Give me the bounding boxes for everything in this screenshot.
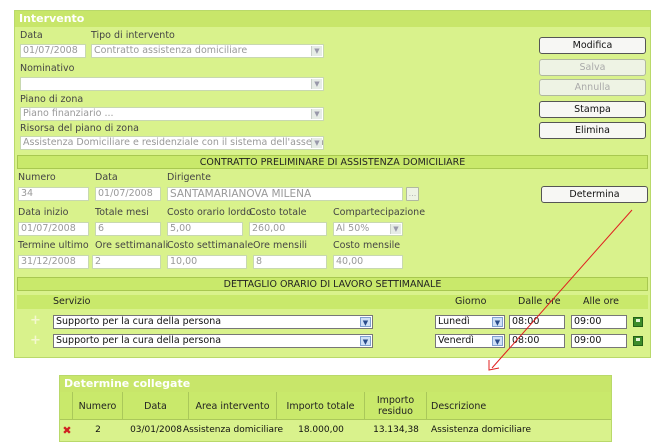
importo-residuo-header: Importo residuo bbox=[365, 392, 427, 420]
row-data: 03/01/2008 bbox=[130, 425, 182, 435]
delete-icon[interactable]: ✖ bbox=[61, 420, 73, 440]
row-numero: 2 bbox=[95, 425, 101, 435]
row-area: Assistenza domiciliare bbox=[182, 425, 284, 435]
row-importo-residuo: 13.134,38 bbox=[373, 425, 419, 435]
arrow-line bbox=[491, 209, 633, 369]
header-spacer bbox=[60, 392, 73, 420]
area-header: Area intervento bbox=[189, 392, 277, 420]
determine-header: Numero Data Area intervento Importo tota… bbox=[60, 392, 611, 420]
descrizione-header: Descrizione bbox=[431, 400, 487, 412]
importo-totale-header: Importo totale bbox=[277, 392, 365, 420]
row-importo-totale: 18.000,00 bbox=[298, 425, 344, 435]
determine-title: Determine collegate bbox=[60, 376, 611, 392]
numero-header: Numero bbox=[73, 392, 123, 420]
data-header: Data bbox=[123, 392, 189, 420]
row-descrizione: Assistenza domiciliare bbox=[431, 425, 532, 435]
determine-panel: Determine collegate Numero Data Area int… bbox=[59, 375, 612, 442]
